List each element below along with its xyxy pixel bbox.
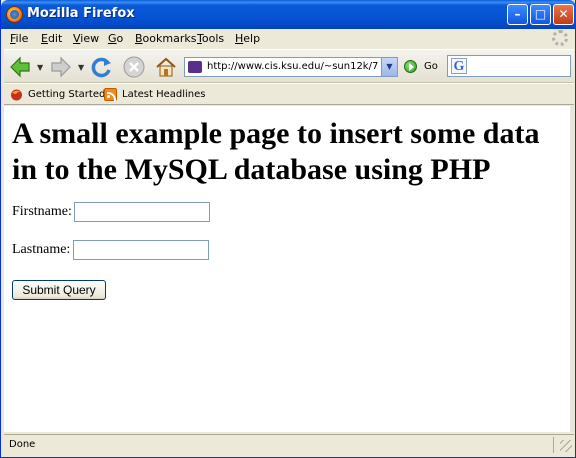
google-icon[interactable]: G xyxy=(451,58,467,74)
menu-file[interactable]: File xyxy=(10,32,28,45)
back-arrow-icon xyxy=(10,56,30,78)
window-title: Mozilla Firefox xyxy=(27,6,135,21)
firstname-row: Firstname: xyxy=(12,202,232,224)
firefox-app-icon xyxy=(6,6,23,23)
reload-button[interactable] xyxy=(90,55,116,79)
submit-query-button[interactable]: Submit Query xyxy=(12,280,106,300)
menu-go[interactable]: Go xyxy=(108,32,123,45)
activity-throbber-icon xyxy=(552,30,568,46)
home-button[interactable] xyxy=(154,55,180,79)
rss-feed-icon xyxy=(104,88,117,101)
bookmark-label: Latest Headlines xyxy=(122,89,206,100)
search-box[interactable]: G xyxy=(447,55,571,77)
title-bar[interactable]: Mozilla Firefox – □ ✕ xyxy=(1,0,576,29)
menu-tools[interactable]: Tools xyxy=(197,32,224,45)
site-favicon-icon xyxy=(188,61,202,73)
address-input[interactable]: http://www.cis.ksu.edu/~sun12k/764 xyxy=(207,61,379,72)
lastname-row: Lastname: xyxy=(12,240,232,262)
bookmark-latest-headlines[interactable]: Latest Headlines xyxy=(104,87,206,103)
address-dropdown-icon[interactable]: ▼ xyxy=(381,58,397,76)
lastname-label: Lastname: xyxy=(12,242,71,257)
status-text: Done xyxy=(9,439,36,450)
forward-arrow-icon xyxy=(51,56,71,78)
content-scrollbar[interactable] xyxy=(570,106,574,432)
status-divider xyxy=(553,437,554,453)
maximize-button[interactable]: □ xyxy=(530,4,551,25)
lastname-input[interactable] xyxy=(73,240,209,260)
resize-grip-icon[interactable] xyxy=(560,440,572,452)
firstname-label: Firstname: xyxy=(12,204,72,219)
menu-bar: File Edit View Go Bookmarks Tools Help xyxy=(4,29,574,49)
stop-icon xyxy=(123,56,145,78)
menu-bookmarks[interactable]: Bookmarks xyxy=(135,32,196,45)
go-icon[interactable] xyxy=(404,60,417,73)
navigation-toolbar: ▼ ▼ http://www.cis.ksu.edu/~sun12k/764 ▼… xyxy=(4,49,574,83)
firefox-bookmark-icon xyxy=(11,89,22,101)
status-bar: Done xyxy=(4,434,574,454)
menu-edit[interactable]: Edit xyxy=(41,32,62,45)
menu-help[interactable]: Help xyxy=(235,32,260,45)
stop-button[interactable] xyxy=(122,55,148,79)
back-button[interactable] xyxy=(8,55,34,79)
bookmark-label: Getting Started xyxy=(28,89,106,100)
forward-dropdown-icon[interactable]: ▼ xyxy=(78,63,84,72)
reload-icon xyxy=(91,57,111,78)
bookmark-getting-started[interactable]: Getting Started xyxy=(10,87,106,103)
page-content: A small example page to insert some data… xyxy=(4,106,570,432)
forward-button[interactable] xyxy=(49,55,75,79)
page-heading: A small example page to insert some data… xyxy=(12,117,540,186)
close-button[interactable]: ✕ xyxy=(553,4,574,25)
minimize-button[interactable]: – xyxy=(507,4,528,25)
bookmarks-toolbar: Getting Started Latest Headlines xyxy=(4,83,574,105)
browser-window: Mozilla Firefox – □ ✕ File Edit View Go … xyxy=(0,0,576,458)
go-button-label[interactable]: Go xyxy=(424,61,438,72)
firstname-input[interactable] xyxy=(74,202,210,222)
menu-view[interactable]: View xyxy=(73,32,99,45)
address-bar[interactable]: http://www.cis.ksu.edu/~sun12k/764 ▼ xyxy=(184,57,398,77)
back-dropdown-icon[interactable]: ▼ xyxy=(37,63,43,72)
home-icon xyxy=(156,57,176,77)
